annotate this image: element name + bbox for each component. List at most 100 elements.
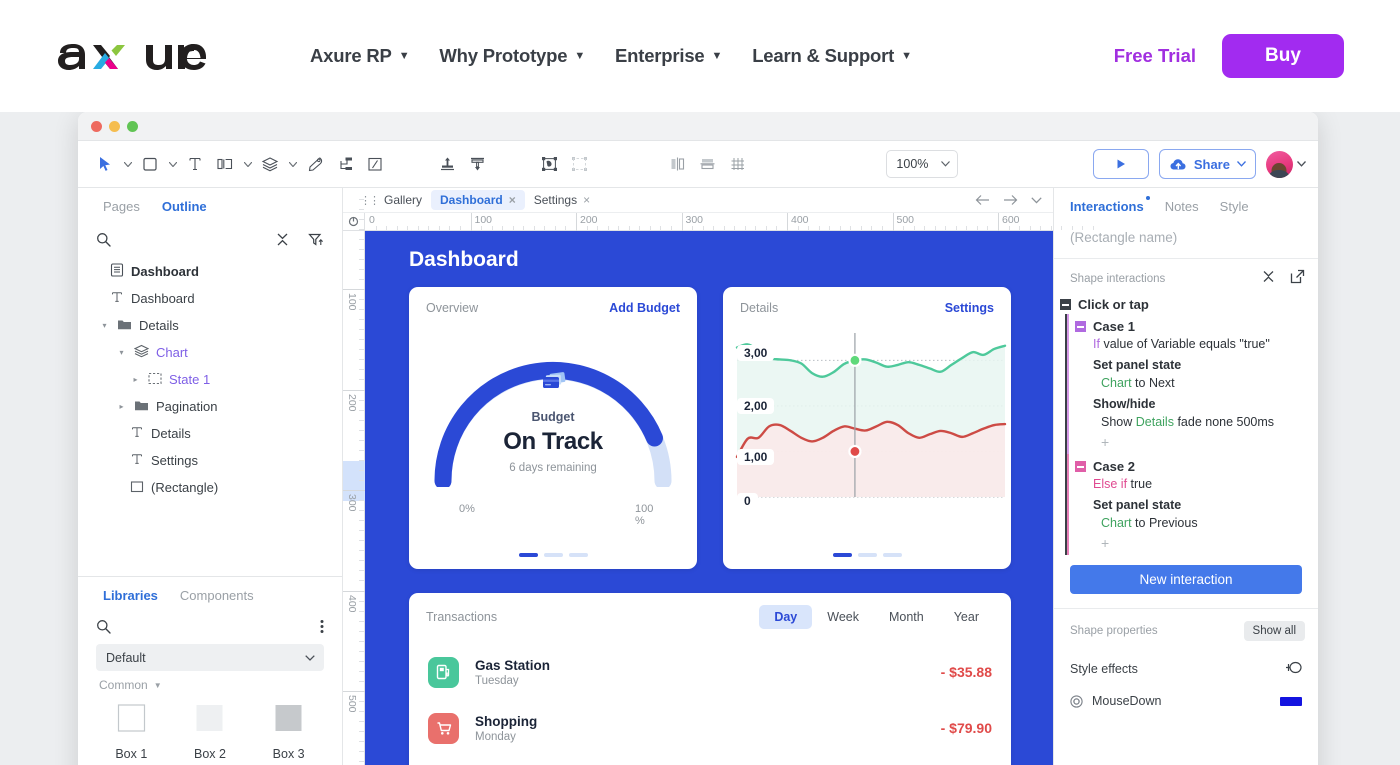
library-item-box-3[interactable]: Box 3 <box>249 696 328 761</box>
preview-button[interactable] <box>1092 149 1149 179</box>
rectangle-tool-icon[interactable] <box>135 149 165 179</box>
library-select[interactable]: Default <box>96 644 324 671</box>
snap-horizontal-icon[interactable] <box>692 149 722 179</box>
filter-icon[interactable] <box>308 232 324 247</box>
chart-marker-green[interactable] <box>848 353 862 367</box>
tab-outline[interactable]: Outline <box>162 199 207 214</box>
action-title[interactable]: Set panel state <box>1069 351 1318 372</box>
repeater-chevron-icon[interactable] <box>285 150 300 178</box>
select-tool-icon[interactable] <box>90 149 120 179</box>
align-tool-icon[interactable] <box>432 149 462 179</box>
transactions-card[interactable]: Transactions Day Week Month Year Gas Sta… <box>409 593 1011 765</box>
action-detail[interactable]: Show Details fade none 500ms <box>1069 411 1318 429</box>
transaction-row[interactable]: Shopping Monday - $79.90 <box>409 703 1011 753</box>
tab-components[interactable]: Components <box>180 588 254 603</box>
collapse-all-icon[interactable] <box>275 232 290 247</box>
library-item-box-1[interactable]: Box 1 <box>92 696 171 761</box>
add-budget-button[interactable]: Add Budget <box>609 301 680 315</box>
mousedown-color-swatch[interactable] <box>1280 696 1302 706</box>
twisty[interactable]: ▸ <box>130 375 141 384</box>
action-title[interactable]: Show/hide <box>1069 390 1318 411</box>
close-icon[interactable]: × <box>583 193 590 207</box>
distribute-tool-icon[interactable] <box>462 149 492 179</box>
show-all-button[interactable]: Show all <box>1243 621 1305 641</box>
interaction-trigger-click-or-tap[interactable]: Click or tap <box>1054 295 1318 314</box>
text-tool-icon[interactable] <box>180 149 210 179</box>
canvas-tab-gallery[interactable]: ⋮⋮ Gallery <box>351 190 431 210</box>
connector-tool-icon[interactable] <box>330 149 360 179</box>
tree-item-rectangle[interactable]: (Rectangle) <box>78 474 342 501</box>
collapse-toggle-icon[interactable] <box>1075 461 1086 472</box>
search-icon[interactable] <box>96 232 111 247</box>
pagination-dot[interactable] <box>543 553 563 557</box>
library-item-box-2[interactable]: Box 2 <box>171 696 250 761</box>
snap-vertical-icon[interactable] <box>662 149 692 179</box>
pagination-dot[interactable] <box>518 553 538 557</box>
account-menu[interactable] <box>1265 150 1306 178</box>
tree-item-details-folder[interactable]: ▾ Details <box>78 312 342 339</box>
case-condition[interactable]: If value of Variable equals "true" <box>1069 337 1318 351</box>
dynamic-panel-tool-icon[interactable] <box>210 149 240 179</box>
effects-toggle-icon[interactable] <box>1285 661 1302 677</box>
collapse-toggle-icon[interactable] <box>1060 299 1071 310</box>
case-title-row[interactable]: Case 2 <box>1069 454 1318 477</box>
tab-libraries[interactable]: Libraries <box>103 588 158 603</box>
action-title[interactable]: Set panel state <box>1069 491 1318 512</box>
pagination-dot[interactable] <box>568 553 588 557</box>
design-canvas[interactable]: Dashboard Overview Add Budget Budget On … <box>365 231 1053 765</box>
buy-button[interactable]: Buy <box>1222 34 1344 78</box>
rectangle-tool-chevron-icon[interactable] <box>165 150 180 178</box>
canvas-tab-settings[interactable]: Settings × <box>525 190 599 210</box>
tab-day[interactable]: Day <box>759 605 813 629</box>
tab-week[interactable]: Week <box>812 605 874 629</box>
dynamic-panel-chevron-icon[interactable] <box>240 150 255 178</box>
tab-month[interactable]: Month <box>874 605 939 629</box>
drag-handle-icon[interactable]: ⋮⋮ <box>360 194 380 207</box>
repeater-tool-icon[interactable] <box>255 149 285 179</box>
select-tool-chevron-icon[interactable] <box>120 150 135 178</box>
group-tool-icon[interactable] <box>534 149 564 179</box>
tree-item-dashboard-page[interactable]: Dashboard <box>78 258 342 285</box>
overview-card[interactable]: Overview Add Budget Budget On Track 6 da… <box>409 287 697 569</box>
ruler-origin-icon[interactable] <box>343 213 365 230</box>
canvas-tab-dashboard[interactable]: Dashboard × <box>431 190 525 210</box>
transaction-row[interactable]: Gas Station Tuesday - $35.88 <box>409 647 1011 697</box>
action-detail[interactable]: Chart to Next <box>1069 372 1318 390</box>
pagination-dot[interactable] <box>832 553 852 557</box>
nav-item-why-prototype[interactable]: Why Prototype ▼ <box>439 45 585 67</box>
free-trial-link[interactable]: Free Trial <box>1114 45 1196 67</box>
close-window-icon[interactable] <box>91 120 102 132</box>
tree-item-pagination[interactable]: ▸ Pagination <box>78 393 342 420</box>
add-action-button[interactable]: + <box>1069 429 1318 454</box>
open-external-icon[interactable] <box>1290 269 1305 289</box>
pagination-dot[interactable] <box>857 553 877 557</box>
collapse-toggle-icon[interactable] <box>1075 321 1086 332</box>
details-card[interactable]: Details Settings 3,00 2,00 1,00 0 <box>723 287 1011 569</box>
collapse-all-icon[interactable] <box>1261 269 1276 289</box>
horizontal-ruler[interactable]: 0 100 200 300 400 500 600 <box>343 213 1094 231</box>
vertical-ruler[interactable]: 100 200 300 400 500 <box>343 198 365 765</box>
tab-year[interactable]: Year <box>939 605 994 629</box>
twisty[interactable]: ▸ <box>116 402 127 411</box>
nav-item-axure-rp[interactable]: Axure RP ▼ <box>310 45 410 67</box>
radio-selected-icon[interactable] <box>1070 694 1083 708</box>
case-condition[interactable]: Else if true <box>1069 477 1318 491</box>
tree-item-dashboard-text[interactable]: Dashboard <box>78 285 342 312</box>
tree-item-chart[interactable]: ▾ Chart <box>78 339 342 366</box>
library-item-image[interactable] <box>171 761 250 765</box>
pagination-dot[interactable] <box>882 553 902 557</box>
tree-item-state-1[interactable]: ▸ State 1 <box>78 366 342 393</box>
add-action-button[interactable]: + <box>1069 530 1318 555</box>
slice-tool-icon[interactable] <box>360 149 390 179</box>
mousedown-row[interactable]: MouseDown <box>1054 684 1318 715</box>
details-chart[interactable]: 3,00 2,00 1,00 0 <box>723 325 1011 515</box>
minimize-window-icon[interactable] <box>109 120 120 132</box>
tab-interactions[interactable]: Interactions <box>1070 196 1150 214</box>
tab-notes[interactable]: Notes <box>1165 199 1199 214</box>
overflow-menu-icon[interactable] <box>320 619 324 634</box>
library-group-common[interactable]: Common ▼ <box>78 671 342 694</box>
grid-tool-icon[interactable] <box>722 149 752 179</box>
library-item-placeholder[interactable] <box>249 761 328 765</box>
tab-style[interactable]: Style <box>1220 199 1249 214</box>
new-interaction-button[interactable]: New interaction <box>1070 565 1302 594</box>
